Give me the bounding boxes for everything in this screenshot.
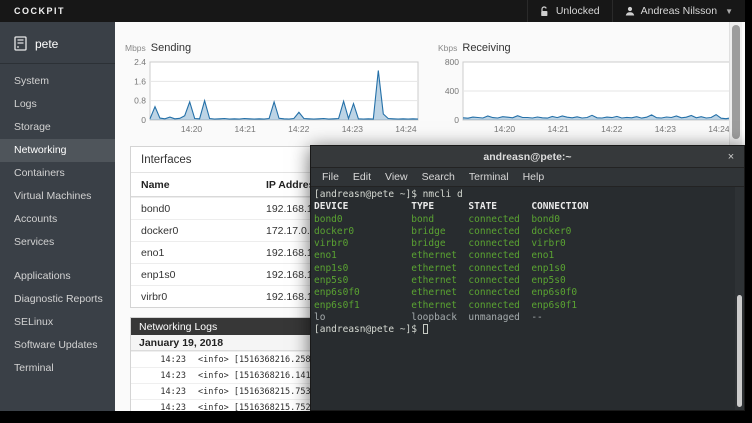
receiving-plot: 0 400 800 14:20 14:21 14:22 14:23 14:24 xyxy=(436,58,736,138)
svg-text:2.4: 2.4 xyxy=(134,58,146,67)
svg-text:14:21: 14:21 xyxy=(547,124,569,134)
svg-text:14:24: 14:24 xyxy=(708,124,730,134)
terminal-scrollbar[interactable] xyxy=(735,187,744,410)
svg-text:0: 0 xyxy=(454,115,459,125)
terminal-line: enp6s0f1 ethernet connected enp6s0f1 xyxy=(314,300,744,312)
terminal-line: [andreasn@pete ~]$ nmcli d xyxy=(314,189,744,201)
svg-text:14:22: 14:22 xyxy=(601,124,623,134)
terminal-scrollbar-thumb[interactable] xyxy=(737,295,742,407)
sidebar-group-spacer xyxy=(0,254,115,265)
cockpit-brand: COCKPIT xyxy=(14,6,65,16)
user-menu-button[interactable]: Andreas Nilsson ▼ xyxy=(612,0,745,22)
svg-text:14:20: 14:20 xyxy=(181,124,203,134)
sidebar-item-logs[interactable]: Logs xyxy=(0,93,115,116)
terminal-menu-help[interactable]: Help xyxy=(516,169,552,185)
terminal-line: docker0 bridge connected docker0 xyxy=(314,226,744,238)
svg-text:14:20: 14:20 xyxy=(494,124,516,134)
svg-text:14:22: 14:22 xyxy=(288,124,310,134)
unlock-icon xyxy=(540,6,550,17)
svg-text:14:24: 14:24 xyxy=(395,124,417,134)
sidebar-item-terminal[interactable]: Terminal xyxy=(0,357,115,380)
svg-text:800: 800 xyxy=(445,58,459,67)
sidebar-item-software-updates[interactable]: Software Updates xyxy=(0,334,115,357)
sending-title: Sending xyxy=(151,42,191,54)
sidebar-divider xyxy=(0,63,115,64)
terminal-line: DEVICE TYPE STATE CONNECTION xyxy=(314,201,744,213)
svg-text:14:23: 14:23 xyxy=(342,124,364,134)
interface-name: enp1s0 xyxy=(131,269,266,281)
sending-unit-label: Mbps xyxy=(125,43,146,53)
svg-text:0: 0 xyxy=(141,115,146,125)
server-icon xyxy=(14,36,27,51)
host-selector[interactable]: pete xyxy=(0,22,115,63)
terminal-window: andreasn@pete:~ × FileEditViewSearchTerm… xyxy=(310,145,745,411)
col-name: Name xyxy=(131,179,266,191)
terminal-menu-view[interactable]: View xyxy=(378,169,415,185)
unlock-status-button[interactable]: Unlocked xyxy=(527,0,612,22)
interface-name: virbr0 xyxy=(131,291,266,303)
sending-plot: 0 0.8 1.6 2.4 14:20 14:21 14:22 14:23 14:24 xyxy=(123,58,423,138)
svg-text:400: 400 xyxy=(445,86,459,96)
receiving-chart: Kbps Receiving 0 400 800 14:20 14:21 14:22 14:… xyxy=(436,42,738,142)
receiving-unit-label: Kbps xyxy=(438,43,457,53)
svg-text:14:21: 14:21 xyxy=(234,124,256,134)
screen-edge-right xyxy=(745,0,752,423)
terminal-menu-terminal[interactable]: Terminal xyxy=(462,169,516,185)
terminal-menu-edit[interactable]: Edit xyxy=(346,169,378,185)
terminal-line: enp1s0 ethernet connected enp1s0 xyxy=(314,263,744,275)
terminal-line: virbr0 bridge connected virbr0 xyxy=(314,238,744,250)
interface-name: bond0 xyxy=(131,203,266,215)
log-time: 14:23 xyxy=(131,355,186,365)
screen: COCKPIT Unlocked Andreas Nilsson ▼ p xyxy=(0,0,752,423)
host-name: pete xyxy=(35,37,58,51)
terminal-titlebar[interactable]: andreasn@pete:~ × xyxy=(311,146,744,168)
terminal-line: enp6s0f0 ethernet connected enp6s0f0 xyxy=(314,287,744,299)
sidebar-item-diagnostic-reports[interactable]: Diagnostic Reports xyxy=(0,288,115,311)
terminal-title: andreasn@pete:~ xyxy=(337,151,718,163)
terminal-menu-search[interactable]: Search xyxy=(415,169,462,185)
sidebar-item-containers[interactable]: Containers xyxy=(0,162,115,185)
sidebar-item-services[interactable]: Services xyxy=(0,231,115,254)
terminal-body[interactable]: [andreasn@pete ~]$ nmcli dDEVICE TYPE ST… xyxy=(311,187,744,410)
interface-name: docker0 xyxy=(131,225,266,237)
sidebar-item-storage[interactable]: Storage xyxy=(0,116,115,139)
terminal-line: bond0 bond connected bond0 xyxy=(314,214,744,226)
sidebar-item-virtual-machines[interactable]: Virtual Machines xyxy=(0,185,115,208)
log-time: 14:23 xyxy=(131,387,186,397)
sidebar: pete SystemLogsStorageNetworkingContaine… xyxy=(0,22,115,411)
user-icon xyxy=(625,6,635,16)
page-scrollbar[interactable] xyxy=(729,22,742,145)
svg-text:1.6: 1.6 xyxy=(134,76,146,86)
sidebar-item-selinux[interactable]: SELinux xyxy=(0,311,115,334)
page-scrollbar-thumb[interactable] xyxy=(732,25,740,139)
terminal-line: eno1 ethernet connected eno1 xyxy=(314,250,744,262)
terminal-cursor xyxy=(423,324,428,334)
terminal-line: enp5s0 ethernet connected enp5s0 xyxy=(314,275,744,287)
interface-name: eno1 xyxy=(131,247,266,259)
receiving-title: Receiving xyxy=(462,42,510,54)
sidebar-item-networking[interactable]: Networking xyxy=(0,139,115,162)
log-time: 14:23 xyxy=(131,371,186,381)
terminal-menubar: FileEditViewSearchTerminalHelp xyxy=(311,168,744,187)
sidebar-item-accounts[interactable]: Accounts xyxy=(0,208,115,231)
top-bar: COCKPIT Unlocked Andreas Nilsson ▼ xyxy=(0,0,745,22)
sidebar-item-applications[interactable]: Applications xyxy=(0,265,115,288)
svg-text:14:23: 14:23 xyxy=(655,124,677,134)
sidebar-item-system[interactable]: System xyxy=(0,70,115,93)
terminal-line: [andreasn@pete ~]$ xyxy=(314,324,744,336)
close-icon[interactable]: × xyxy=(718,151,744,163)
terminal-line: lo loopback unmanaged -- xyxy=(314,312,744,324)
user-name: Andreas Nilsson xyxy=(641,5,717,17)
sending-chart: Mbps Sending 0 0.8 1.6 2.4 14:20 14:21 14:22 14… xyxy=(123,42,425,142)
screen-edge-bottom xyxy=(0,411,752,423)
chevron-down-icon: ▼ xyxy=(725,7,733,16)
terminal-menu-file[interactable]: File xyxy=(315,169,346,185)
svg-text:0.8: 0.8 xyxy=(134,96,146,106)
sidebar-nav: SystemLogsStorageNetworkingContainersVir… xyxy=(0,70,115,380)
unlock-label: Unlocked xyxy=(556,5,600,17)
